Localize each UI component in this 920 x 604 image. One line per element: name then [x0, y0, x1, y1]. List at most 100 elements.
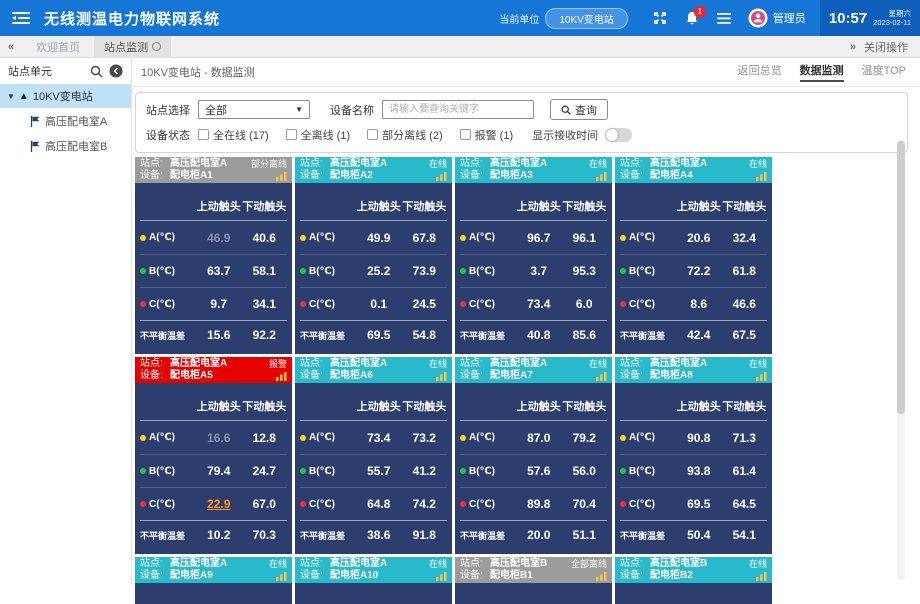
status-checkbox[interactable]: 全在线 (17) [198, 127, 269, 143]
sidebar-search-icon[interactable] [90, 65, 103, 78]
avatar [748, 8, 768, 28]
close-operations-button[interactable]: 关闭操作 [864, 39, 908, 55]
device-card[interactable]: 站点:高压配电室A在线设备:配电柜A10 [295, 557, 452, 604]
tab-refresh-icon[interactable] [152, 42, 161, 51]
tree-expander-icon[interactable]: ▼ [7, 92, 15, 101]
site-name: 高压配电室B [490, 558, 547, 570]
checkbox-icon[interactable] [460, 129, 471, 140]
card-phase-row: C(℃)89.870.4 [460, 487, 607, 520]
temp-value: 89.8 [516, 497, 562, 511]
temp-value: 64.5 [722, 497, 768, 511]
status-checkbox[interactable]: 全离线 (1) [286, 127, 351, 143]
user-name: 管理员 [773, 10, 806, 26]
fullscreen-icon[interactable] [653, 11, 667, 25]
app-header: 无线测温电力物联网系统 当前单位 10KV变电站 1 管理员 10:57 星期六… [0, 0, 920, 36]
temp-value: 93.8 [676, 464, 722, 478]
diff-label: 不平衡温差 [620, 529, 676, 542]
device-card[interactable]: 站点:高压配电室A在线设备:配电柜A3上动触头下动触头A(℃)96.796.1B… [455, 157, 612, 354]
view-tab-overview[interactable]: 返回总览 [738, 62, 782, 82]
card-phase-row: B(℃)93.861.4 [620, 454, 767, 487]
device-name: 配电柜A7 [490, 370, 533, 382]
column-header: 下动触头 [402, 398, 448, 414]
phase-c-dot [620, 301, 626, 307]
menu-icon[interactable] [717, 13, 731, 24]
status-checkbox[interactable]: 部分离线 (2) [367, 127, 443, 143]
device-card[interactable]: 站点:高压配电室A在线设备:配电柜A6上动触头下动触头A(℃)73.473.2B… [295, 357, 452, 554]
device-card[interactable]: 站点:高压配电室A部分离线设备:配电柜A1上动触头下动触头A(℃)46.940.… [135, 157, 292, 354]
tab-site-monitor[interactable]: 站点监测 [94, 36, 171, 58]
phase-label: B(℃) [149, 266, 175, 277]
device-name-input[interactable] [382, 100, 534, 119]
column-header: 上动触头 [196, 198, 242, 214]
card-body [455, 583, 612, 604]
tab-welcome[interactable]: 欢迎首页 [26, 36, 90, 58]
device-label: 设备: [300, 370, 330, 382]
phase-label: C(℃) [309, 299, 335, 310]
tree-node-room-b[interactable]: 高压配电室B [0, 133, 131, 158]
scrollbar-track[interactable] [897, 139, 905, 580]
device-card[interactable]: 站点:高压配电室A在线设备:配电柜A8上动触头下动触头A(℃)90.871.3B… [615, 357, 772, 554]
device-label: 设备: [460, 170, 490, 182]
tabs-scroll-left-icon[interactable]: « [0, 41, 22, 53]
phase-c-dot [460, 501, 466, 507]
column-header: 上动触头 [356, 398, 402, 414]
signal-icon [756, 572, 767, 581]
checkbox-icon[interactable] [198, 129, 209, 140]
view-tab-data-monitor[interactable]: 数据监测 [800, 62, 844, 82]
device-name: 配电柜A3 [490, 170, 533, 182]
tree-node-root[interactable]: ▼ ▲ 10KV变电站 [0, 84, 131, 108]
checkbox-label: 报警 (1) [475, 127, 514, 143]
card-body: 上动触头下动触头A(℃)49.967.8B(℃)25.273.9C(℃)0.12… [295, 183, 452, 354]
card-header: 站点:高压配电室B在线设备:配电柜B2 [615, 557, 772, 583]
temp-value: 67.0 [242, 497, 288, 511]
search-button[interactable]: 查询 [550, 99, 608, 120]
card-body: 上动触头下动触头A(℃)87.079.2B(℃)57.656.0C(℃)89.8… [455, 383, 612, 554]
tree-node-room-a[interactable]: 高压配电室A [0, 108, 131, 133]
card-table-header: 上动触头下动触头 [620, 191, 767, 221]
temp-value: 16.6 [196, 431, 242, 445]
phase-label: C(℃) [469, 299, 495, 310]
weekday: 星期六 [889, 9, 912, 18]
card-phase-row: C(℃)22.967.0 [140, 487, 287, 520]
signal-icon [276, 172, 287, 181]
site-name: 高压配电室A [490, 158, 547, 170]
device-card[interactable]: 站点:高压配电室A报警设备:配电柜A5上动触头下动触头A(℃)16.612.8B… [135, 357, 292, 554]
user-menu[interactable]: 管理员 [748, 8, 806, 28]
card-phase-row: A(℃)20.632.4 [620, 221, 767, 254]
clock: 10:57 星期六 2023-02-11 [820, 0, 920, 36]
temp-value: 10.2 [196, 528, 242, 542]
device-card[interactable]: 站点:高压配电室B在线设备:配电柜B2 [615, 557, 772, 604]
scrollbar-thumb[interactable] [897, 141, 905, 414]
card-phase-row: B(℃)55.741.2 [300, 454, 447, 487]
app-title: 无线测温电力物联网系统 [44, 8, 220, 29]
temp-value: 15.6 [196, 328, 242, 342]
checkbox-icon[interactable] [367, 129, 378, 140]
view-tab-temp-top[interactable]: 温度TOP [862, 62, 906, 82]
device-card[interactable]: 站点:高压配电室B全部离线设备:配电柜B1 [455, 557, 612, 604]
temp-value: 51.1 [562, 528, 608, 542]
card-header: 站点:高压配电室A在线设备:配电柜A2 [295, 157, 452, 183]
current-unit-badge[interactable]: 10KV变电站 [545, 8, 627, 29]
site-select[interactable]: 全部 ▼ [198, 100, 310, 119]
temp-value: 67.5 [722, 328, 768, 342]
phase-label: A(℃) [629, 432, 655, 443]
sidebar-collapse-icon[interactable] [109, 64, 123, 78]
device-card[interactable]: 站点:高压配电室A在线设备:配电柜A2上动触头下动触头A(℃)49.967.8B… [295, 157, 452, 354]
temp-value: 25.2 [356, 264, 402, 278]
show-receive-time-toggle[interactable] [605, 128, 632, 142]
device-card[interactable]: 站点:高压配电室A在线设备:配电柜A9 [135, 557, 292, 604]
device-card[interactable]: 站点:高压配电室A在线设备:配电柜A4上动触头下动触头A(℃)20.632.4B… [615, 157, 772, 354]
checkbox-icon[interactable] [286, 129, 297, 140]
card-phase-row: C(℃)73.46.0 [460, 287, 607, 320]
notification-bell-icon[interactable]: 1 [685, 11, 699, 26]
temp-value: 58.1 [242, 264, 288, 278]
toggle-knob[interactable] [606, 129, 618, 141]
site-name: 高压配电室A [330, 358, 387, 370]
sidebar: 站点单元 ▼ ▲ 10KV变电站 高压配电室A 高压配电室B [0, 58, 132, 585]
menu-fold-icon[interactable] [12, 11, 30, 25]
temp-value: 96.1 [562, 231, 608, 245]
column-header: 下动触头 [562, 398, 608, 414]
tabs-scroll-right-icon[interactable]: » [842, 41, 864, 53]
status-checkbox[interactable]: 报警 (1) [460, 127, 514, 143]
device-card[interactable]: 站点:高压配电室A在线设备:配电柜A7上动触头下动触头A(℃)87.079.2B… [455, 357, 612, 554]
